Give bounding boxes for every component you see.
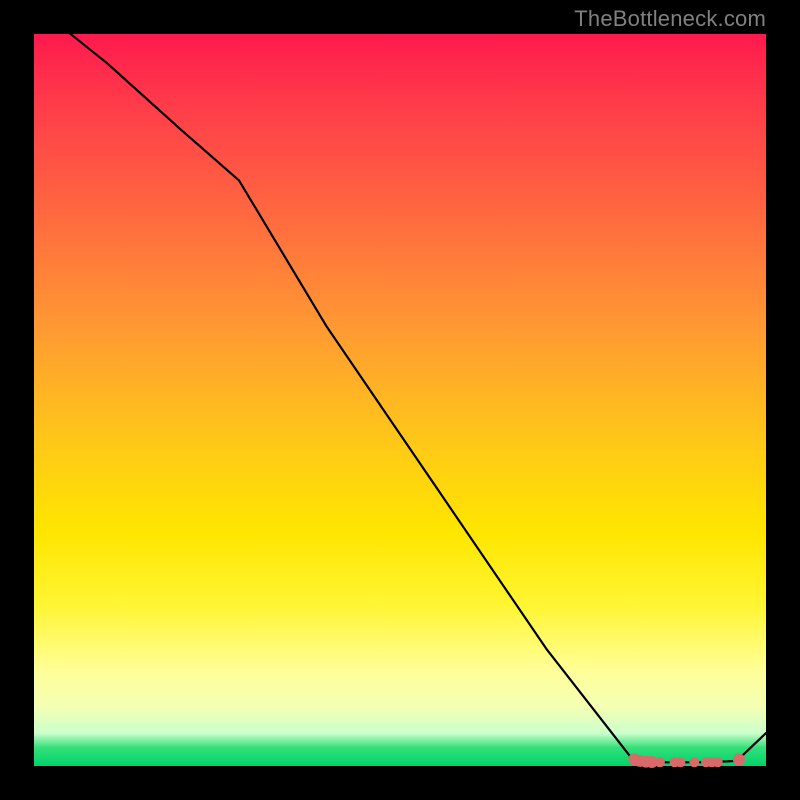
attribution-text: TheBottleneck.com: [574, 6, 766, 32]
plot-area: [34, 34, 766, 766]
chart-frame: TheBottleneck.com: [0, 0, 800, 800]
